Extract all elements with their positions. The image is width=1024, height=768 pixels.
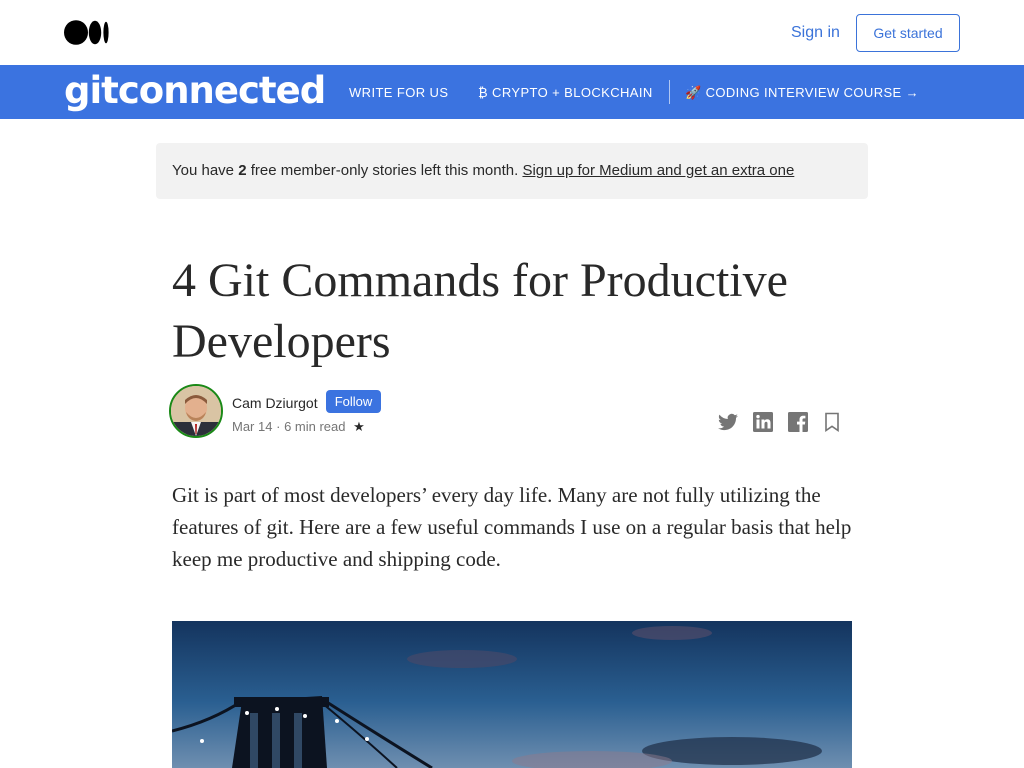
bookmark-icon[interactable]: [820, 410, 844, 434]
nav-crypto-blockchain[interactable]: ₿ CRYPTO + BLOCKCHAIN: [478, 85, 653, 100]
read-time: 6 min read: [284, 419, 346, 434]
author-name[interactable]: Cam Dziurgot: [232, 395, 318, 411]
article-title: 4 Git Commands for Productive Developers: [172, 254, 788, 368]
avatar[interactable]: [169, 384, 223, 438]
top-bar: Sign in Get started: [0, 0, 1024, 65]
article-intro-paragraph: Git is part of most developers’ every da…: [172, 483, 852, 571]
member-stories-banner: You have 2 free member-only stories left…: [156, 143, 868, 199]
article-meta: Mar 14 · 6 min read ★: [232, 419, 365, 435]
publication-logo[interactable]: gitconnected: [64, 69, 326, 112]
member-star-icon: ★: [353, 419, 365, 434]
nav-divider: [669, 80, 670, 104]
hero-image: [172, 621, 852, 768]
publish-date[interactable]: Mar 14: [232, 419, 272, 434]
sign-in-link[interactable]: Sign in: [791, 24, 840, 42]
facebook-icon[interactable]: [786, 410, 810, 434]
avatar-image: [171, 386, 221, 436]
banner-signup-link[interactable]: Sign up for Medium and get an extra one: [522, 162, 794, 179]
nav-coding-interview-course[interactable]: 🚀 CODING INTERVIEW COURSE →: [685, 85, 919, 101]
medium-logo-icon[interactable]: [64, 20, 110, 45]
bridge-photo: [172, 621, 852, 768]
banner-count: 2: [238, 162, 247, 179]
publication-nav: gitconnected WRITE FOR US ₿ CRYPTO + BLO…: [0, 65, 1024, 119]
twitter-icon[interactable]: [716, 410, 740, 434]
banner-prefix: You have: [172, 162, 239, 179]
follow-button[interactable]: Follow: [326, 390, 381, 413]
meta-separator: ·: [276, 419, 281, 434]
banner-middle: free member-only stories left this month…: [246, 162, 523, 179]
linkedin-icon[interactable]: [751, 410, 775, 434]
banner-text: You have 2 free member-only stories left…: [172, 162, 794, 179]
get-started-button[interactable]: Get started: [856, 14, 960, 52]
nav-write-for-us[interactable]: WRITE FOR US: [349, 85, 448, 100]
